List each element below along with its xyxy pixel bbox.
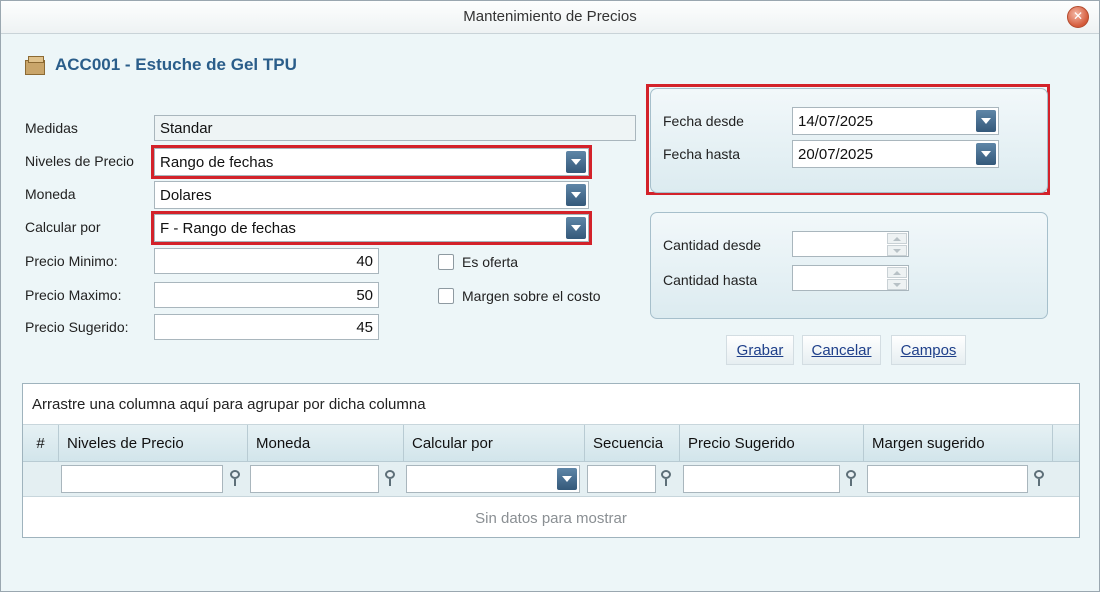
- column-header[interactable]: Niveles de Precio: [59, 425, 248, 461]
- fecha-desde-picker[interactable]: 14/07/2025: [792, 107, 999, 135]
- precio-minimo-field[interactable]: 40: [154, 248, 379, 274]
- medidas-field[interactable]: Standar: [154, 115, 636, 141]
- niveles-precio-label: Niveles de Precio: [25, 153, 134, 169]
- spinner[interactable]: [887, 267, 907, 291]
- spin-down-icon[interactable]: [887, 245, 907, 256]
- column-header[interactable]: #: [23, 425, 59, 461]
- spin-down-icon[interactable]: [887, 279, 907, 290]
- precio-sugerido-field[interactable]: 45: [154, 314, 379, 340]
- precio-maximo-label: Precio Maximo:: [25, 287, 122, 303]
- fecha-hasta-value: 20/07/2025: [798, 146, 874, 163]
- es-oferta-checkbox[interactable]: [438, 254, 454, 270]
- spinner[interactable]: [887, 233, 907, 257]
- date-range-panel: Fecha desde 14/07/2025 Fecha hasta 20/07…: [650, 88, 1048, 193]
- margen-costo-checkbox[interactable]: [438, 288, 454, 304]
- filter-row: [23, 462, 1079, 497]
- prices-grid: Arrastre una columna aquí para agrupar p…: [22, 383, 1080, 538]
- box-icon: [25, 56, 45, 75]
- close-button[interactable]: ✕: [1067, 6, 1089, 28]
- spin-up-icon[interactable]: [887, 267, 907, 278]
- moneda-select[interactable]: Dolares: [154, 181, 589, 209]
- precio-maximo-field[interactable]: 50: [154, 282, 379, 308]
- margen-costo-label: Margen sobre el costo: [462, 288, 601, 304]
- filter-icon[interactable]: [1032, 470, 1048, 488]
- cancelar-button[interactable]: Cancelar: [802, 335, 881, 365]
- calcular-por-label: Calcular por: [25, 219, 101, 235]
- cantidad-desde-label: Cantidad desde: [663, 237, 762, 253]
- group-hint: Arrastre una columna aquí para agrupar p…: [32, 396, 426, 413]
- quantity-range-panel: Cantidad desde Cantidad hasta: [650, 212, 1048, 319]
- grabar-button[interactable]: Grabar: [726, 335, 794, 365]
- column-header[interactable]: Precio Sugerido: [680, 425, 864, 461]
- column-header[interactable]: Moneda: [248, 425, 404, 461]
- product-header: ACC001 - Estuche de Gel TPU: [25, 55, 297, 75]
- filter-icon[interactable]: [844, 470, 860, 488]
- cantidad-desde-stepper[interactable]: [792, 231, 909, 257]
- filter-input[interactable]: [587, 465, 656, 493]
- fecha-desde-value: 14/07/2025: [798, 113, 874, 130]
- precio-minimo-label: Precio Minimo:: [25, 253, 118, 269]
- precio-sugerido-label: Precio Sugerido:: [25, 319, 129, 335]
- empty-grid-message: Sin datos para mostrar: [475, 510, 627, 527]
- fecha-hasta-label: Fecha hasta: [663, 146, 741, 162]
- chevron-down-icon[interactable]: [566, 217, 586, 239]
- chevron-down-icon[interactable]: [976, 143, 996, 165]
- calcular-por-value: F - Rango de fechas: [160, 220, 296, 237]
- cantidad-hasta-label: Cantidad hasta: [663, 272, 758, 288]
- column-header[interactable]: Secuencia: [585, 425, 680, 461]
- cantidad-hasta-stepper[interactable]: [792, 265, 909, 291]
- chevron-down-icon[interactable]: [566, 151, 586, 173]
- column-header[interactable]: Margen sugerido: [864, 425, 1053, 461]
- title-bar[interactable]: Mantenimiento de Precios ✕: [1, 1, 1099, 34]
- filter-input[interactable]: [61, 465, 223, 493]
- niveles-precio-select[interactable]: Rango de fechas: [154, 148, 589, 176]
- niveles-precio-value: Rango de fechas: [160, 154, 274, 171]
- chevron-down-icon[interactable]: [566, 184, 586, 206]
- product-title: ACC001 - Estuche de Gel TPU: [55, 55, 297, 74]
- close-icon: ✕: [1072, 9, 1084, 23]
- price-maintenance-window: Mantenimiento de Precios ✕ ACC001 - Estu…: [0, 0, 1100, 592]
- filter-icon[interactable]: [228, 470, 244, 488]
- calcular-por-select[interactable]: F - Rango de fechas: [154, 214, 589, 242]
- filter-input[interactable]: [867, 465, 1028, 493]
- fecha-hasta-picker[interactable]: 20/07/2025: [792, 140, 999, 168]
- spin-up-icon[interactable]: [887, 233, 907, 244]
- filter-input[interactable]: [250, 465, 379, 493]
- moneda-label: Moneda: [25, 186, 76, 202]
- filter-icon[interactable]: [659, 470, 675, 488]
- filter-icon[interactable]: [383, 470, 399, 488]
- chevron-down-icon[interactable]: [557, 468, 577, 490]
- chevron-down-icon[interactable]: [976, 110, 996, 132]
- campos-button[interactable]: Campos: [891, 335, 966, 365]
- moneda-value: Dolares: [160, 187, 212, 204]
- filter-input[interactable]: [683, 465, 840, 493]
- es-oferta-label: Es oferta: [462, 254, 519, 270]
- group-panel[interactable]: Arrastre una columna aquí para agrupar p…: [23, 384, 1079, 425]
- filter-select[interactable]: [406, 465, 580, 493]
- fecha-desde-label: Fecha desde: [663, 113, 744, 129]
- window-title: Mantenimiento de Precios: [463, 8, 637, 25]
- column-header[interactable]: Calcular por: [404, 425, 585, 461]
- grid-header: # Niveles de Precio Moneda Calcular por …: [23, 425, 1079, 462]
- medidas-label: Medidas: [25, 120, 78, 136]
